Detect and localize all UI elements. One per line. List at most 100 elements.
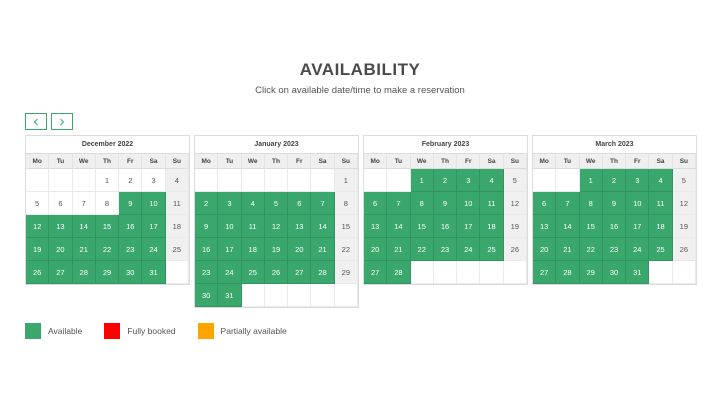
available-day[interactable]: 17	[457, 215, 481, 238]
available-day[interactable]: 3	[626, 169, 650, 192]
available-day[interactable]: 30	[119, 261, 143, 284]
available-day[interactable]: 20	[533, 238, 557, 261]
available-day[interactable]: 13	[288, 215, 312, 238]
available-day[interactable]: 7	[387, 192, 411, 215]
available-day[interactable]: 21	[72, 238, 96, 261]
available-day[interactable]: 20	[364, 238, 388, 261]
available-day[interactable]: 3	[457, 169, 481, 192]
available-day[interactable]: 11	[241, 215, 265, 238]
available-day[interactable]: 28	[387, 261, 411, 284]
available-day[interactable]: 8	[410, 192, 434, 215]
available-day[interactable]: 31	[142, 261, 166, 284]
available-day[interactable]: 21	[311, 238, 335, 261]
available-day[interactable]: 5	[264, 192, 289, 215]
available-day[interactable]: 18	[649, 215, 673, 238]
available-day[interactable]: 30	[195, 284, 219, 307]
available-day[interactable]: 19	[264, 238, 289, 261]
available-day[interactable]: 23	[119, 238, 143, 261]
available-day[interactable]: 10	[626, 192, 650, 215]
available-day[interactable]: 11	[480, 192, 504, 215]
available-day[interactable]: 27	[533, 261, 557, 284]
available-day[interactable]: 7	[311, 192, 335, 215]
available-day[interactable]: 26	[26, 261, 50, 284]
available-day[interactable]: 10	[457, 192, 481, 215]
available-day[interactable]: 15	[410, 215, 434, 238]
available-day[interactable]: 23	[195, 261, 219, 284]
available-day[interactable]: 12	[264, 215, 289, 238]
available-day[interactable]: 9	[195, 215, 219, 238]
available-day[interactable]: 13	[533, 215, 557, 238]
available-day[interactable]: 22	[579, 238, 603, 261]
available-day[interactable]: 25	[649, 238, 673, 261]
available-day[interactable]: 6	[364, 192, 388, 215]
available-day[interactable]: 9	[119, 192, 143, 215]
available-day[interactable]: 28	[556, 261, 580, 284]
available-day[interactable]: 3	[218, 192, 242, 215]
available-day[interactable]: 27	[49, 261, 73, 284]
available-day[interactable]: 24	[626, 238, 650, 261]
available-day[interactable]: 6	[288, 192, 312, 215]
available-day[interactable]: 11	[649, 192, 673, 215]
available-day[interactable]: 21	[556, 238, 580, 261]
available-day[interactable]: 25	[241, 261, 265, 284]
available-day[interactable]: 14	[72, 215, 96, 238]
available-day[interactable]: 24	[218, 261, 242, 284]
available-day[interactable]: 28	[311, 261, 335, 284]
available-day[interactable]: 20	[49, 238, 73, 261]
available-day[interactable]: 24	[142, 238, 166, 261]
available-day[interactable]: 31	[626, 261, 650, 284]
available-day[interactable]: 26	[264, 261, 289, 284]
available-day[interactable]: 29	[579, 261, 603, 284]
available-day[interactable]: 16	[119, 215, 143, 238]
available-day[interactable]: 8	[579, 192, 603, 215]
available-day[interactable]: 7	[556, 192, 580, 215]
available-day[interactable]: 23	[602, 238, 627, 261]
available-day[interactable]: 10	[218, 215, 242, 238]
available-day[interactable]: 2	[433, 169, 458, 192]
available-day[interactable]: 4	[649, 169, 673, 192]
available-day[interactable]: 22	[410, 238, 434, 261]
available-day[interactable]: 1	[579, 169, 603, 192]
available-day[interactable]: 22	[95, 238, 120, 261]
available-day[interactable]: 9	[433, 192, 458, 215]
available-day[interactable]: 13	[49, 215, 73, 238]
available-day[interactable]: 24	[457, 238, 481, 261]
available-day[interactable]: 27	[364, 261, 388, 284]
available-day[interactable]: 16	[433, 215, 458, 238]
available-day[interactable]: 10	[142, 192, 166, 215]
available-day[interactable]: 16	[602, 215, 627, 238]
available-day[interactable]: 25	[480, 238, 504, 261]
available-day[interactable]: 17	[218, 238, 242, 261]
available-day[interactable]: 15	[579, 215, 603, 238]
available-day[interactable]: 16	[195, 238, 219, 261]
available-day[interactable]: 29	[95, 261, 120, 284]
available-day[interactable]: 17	[626, 215, 650, 238]
available-day[interactable]: 14	[556, 215, 580, 238]
available-day[interactable]: 2	[195, 192, 219, 215]
available-day[interactable]: 9	[602, 192, 627, 215]
available-day[interactable]: 18	[241, 238, 265, 261]
available-day[interactable]: 1	[410, 169, 434, 192]
available-day[interactable]: 4	[480, 169, 504, 192]
available-day[interactable]: 2	[602, 169, 627, 192]
available-day[interactable]: 31	[218, 284, 242, 307]
available-day[interactable]: 12	[26, 215, 50, 238]
available-day[interactable]: 15	[95, 215, 120, 238]
available-day[interactable]: 21	[387, 238, 411, 261]
available-day[interactable]: 18	[480, 215, 504, 238]
available-day[interactable]: 28	[72, 261, 96, 284]
available-day[interactable]: 4	[241, 192, 265, 215]
available-day[interactable]: 13	[364, 215, 388, 238]
available-day[interactable]: 30	[602, 261, 627, 284]
next-month-button[interactable]	[51, 113, 73, 130]
prev-month-button[interactable]	[25, 113, 47, 130]
available-day[interactable]: 14	[311, 215, 335, 238]
available-day[interactable]: 27	[288, 261, 312, 284]
available-day[interactable]: 6	[533, 192, 557, 215]
available-day[interactable]: 19	[26, 238, 50, 261]
empty-day	[264, 169, 289, 192]
available-day[interactable]: 23	[433, 238, 458, 261]
available-day[interactable]: 14	[387, 215, 411, 238]
available-day[interactable]: 17	[142, 215, 166, 238]
available-day[interactable]: 20	[288, 238, 312, 261]
